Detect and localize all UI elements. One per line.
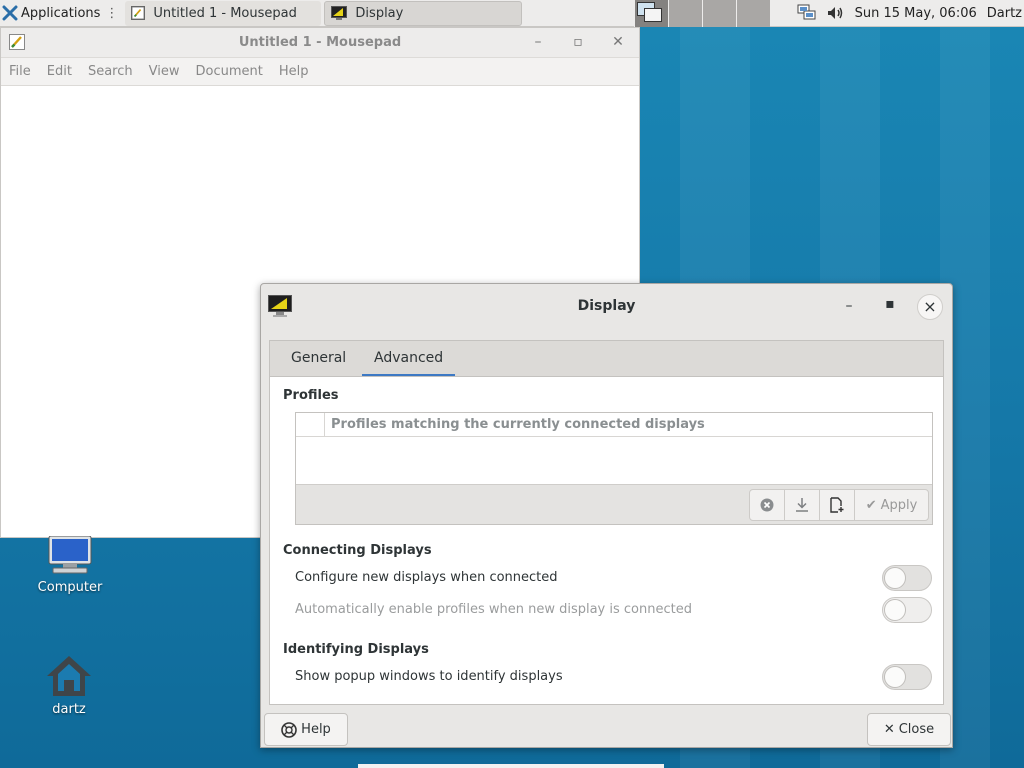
switch-knob	[884, 599, 906, 621]
display-icon	[331, 6, 348, 20]
top-panel: Applications ⋮ Untitled 1 - Mousepad Dis…	[0, 0, 1024, 27]
home-folder-icon	[47, 656, 91, 696]
section-heading-identifying: Identifying Displays	[283, 642, 429, 657]
taskbar-item-display[interactable]: Display	[324, 0, 523, 26]
dialog-titlebar[interactable]: Display – ▪ ×	[261, 284, 952, 328]
taskbar-item-label: Untitled 1 - Mousepad	[153, 5, 297, 21]
taskbar-item-mousepad[interactable]: Untitled 1 - Mousepad	[125, 0, 322, 26]
close-icon[interactable]: ×	[917, 294, 943, 320]
workspace-1[interactable]	[634, 0, 669, 27]
close-icon[interactable]: ✕	[609, 34, 627, 50]
profiles-list: Profiles matching the currently connecte…	[295, 412, 933, 525]
minimize-icon[interactable]: –	[841, 298, 857, 314]
profiles-list-header: Profiles matching the currently connecte…	[296, 413, 932, 437]
check-icon: ✔	[865, 497, 877, 513]
mousepad-titlebar[interactable]: Untitled 1 - Mousepad – ▫ ✕	[1, 28, 639, 58]
tab-advanced[interactable]: Advanced	[362, 341, 456, 377]
switch-knob	[884, 666, 906, 688]
identify-popup-switch[interactable]	[882, 664, 932, 690]
volume-icon[interactable]	[827, 5, 845, 21]
option-label-identify-popup: Show popup windows to identify displays	[295, 669, 563, 684]
bottom-panel-edge	[358, 764, 664, 768]
display-dialog: Display – ▪ × General Advanced Profiles …	[260, 283, 953, 748]
apply-profile-button[interactable]: ✔ Apply	[855, 490, 928, 520]
option-label-auto-enable-profiles: Automatically enable profiles when new d…	[295, 602, 692, 617]
menu-document[interactable]: Document	[195, 64, 262, 79]
remove-icon	[760, 498, 774, 512]
menu-file[interactable]: File	[9, 64, 31, 79]
desktop-icon-home[interactable]: dartz	[29, 654, 109, 717]
profile-checkbox-column	[296, 413, 325, 437]
applications-menu-button[interactable]: Applications ⋮	[0, 0, 122, 27]
xfce-logo-icon	[2, 5, 18, 21]
section-heading-connecting: Connecting Displays	[283, 543, 432, 558]
computer-icon	[48, 535, 92, 574]
new-profile-button[interactable]	[820, 490, 855, 520]
close-label: Close	[898, 722, 935, 737]
tab-bar: General Advanced	[269, 340, 944, 377]
help-icon	[281, 721, 297, 738]
download-icon	[796, 498, 808, 512]
workspace-2[interactable]	[668, 0, 703, 27]
workspace-switcher	[634, 0, 771, 27]
apply-label: Apply	[880, 497, 918, 513]
section-heading-profiles: Profiles	[283, 388, 339, 403]
user-name[interactable]: Dartz	[987, 6, 1022, 21]
menu-help[interactable]: Help	[279, 64, 309, 79]
profiles-column-header: Profiles matching the currently connecte…	[331, 417, 705, 432]
minimize-icon[interactable]: –	[529, 34, 547, 50]
desktop-icon-label: dartz	[52, 702, 86, 717]
help-button[interactable]: Help	[264, 713, 348, 746]
new-document-icon	[830, 497, 844, 513]
maximize-icon[interactable]: ▪	[882, 296, 898, 312]
desktop-icon-label: Computer	[37, 580, 103, 595]
profiles-toolbar: ✔ Apply	[296, 484, 932, 524]
system-tray: Sun 15 May, 06:06 Dartz	[797, 0, 1024, 27]
workspace-4[interactable]	[736, 0, 771, 27]
maximize-icon[interactable]: ▫	[569, 34, 587, 50]
help-label: Help	[301, 722, 331, 737]
save-profile-button[interactable]	[785, 490, 820, 520]
option-label-configure-new-displays: Configure new displays when connected	[295, 570, 558, 585]
workspace-window-thumb	[644, 7, 663, 22]
delete-profile-button[interactable]	[750, 490, 785, 520]
menu-search[interactable]: Search	[88, 64, 133, 79]
menu-view[interactable]: View	[149, 64, 180, 79]
mousepad-icon	[131, 6, 146, 20]
auto-enable-profiles-switch[interactable]	[882, 597, 932, 623]
applications-label: Applications	[21, 5, 101, 21]
workspace-3[interactable]	[702, 0, 737, 27]
taskbar-item-label: Display	[355, 5, 404, 21]
switch-knob	[884, 567, 906, 589]
desktop-icon-computer[interactable]: Computer	[30, 535, 110, 595]
clock[interactable]: Sun 15 May, 06:06	[855, 6, 977, 21]
close-button[interactable]: ✕ Close	[867, 713, 951, 746]
advanced-panel: Profiles Profiles matching the currently…	[269, 376, 944, 705]
menu-edit[interactable]: Edit	[47, 64, 72, 79]
tab-general[interactable]: General	[279, 341, 358, 377]
mousepad-menubar: File Edit Search View Document Help	[1, 58, 639, 86]
close-icon: ✕	[883, 722, 895, 737]
configure-new-displays-switch[interactable]	[882, 565, 932, 591]
network-icon[interactable]	[797, 4, 817, 22]
panel-separator-icon: ⋮	[105, 5, 119, 21]
profiles-button-group: ✔ Apply	[749, 489, 929, 521]
